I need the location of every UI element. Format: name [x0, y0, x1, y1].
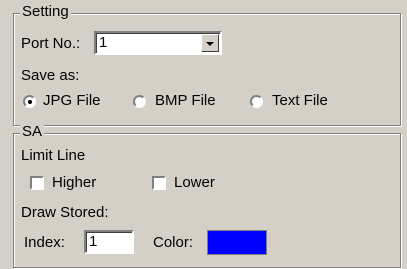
radio-jpg[interactable] — [23, 95, 36, 108]
save-as-label: Save as: — [21, 67, 80, 84]
higher-checkbox[interactable] — [30, 176, 44, 190]
lower-checkbox[interactable] — [152, 176, 166, 190]
radio-text-label[interactable]: Text File — [272, 92, 328, 110]
sa-legend: SA — [20, 123, 45, 140]
higher-label[interactable]: Higher — [52, 174, 96, 192]
index-value: 1 — [89, 233, 98, 250]
draw-stored-label: Draw Stored: — [21, 204, 109, 221]
color-label: Color: — [153, 234, 194, 251]
radio-bmp[interactable] — [133, 95, 146, 108]
port-label: Port No.: — [21, 35, 81, 52]
lower-label[interactable]: Lower — [174, 174, 215, 192]
chevron-down-icon — [206, 42, 214, 46]
port-dropdown[interactable]: 1 — [94, 31, 222, 55]
dropdown-button[interactable] — [201, 34, 219, 52]
index-label: Index: — [24, 234, 65, 251]
limit-line-label: Limit Line — [21, 147, 86, 164]
radio-jpg-label[interactable]: JPG File — [43, 92, 101, 110]
radio-bmp-label[interactable]: BMP File — [155, 92, 216, 110]
radio-selected-dot — [27, 99, 32, 104]
port-value: 1 — [99, 34, 108, 51]
radio-text[interactable] — [250, 95, 263, 108]
index-input[interactable]: 1 — [84, 230, 134, 254]
color-swatch[interactable] — [207, 230, 267, 255]
setting-legend: Setting — [20, 3, 71, 20]
